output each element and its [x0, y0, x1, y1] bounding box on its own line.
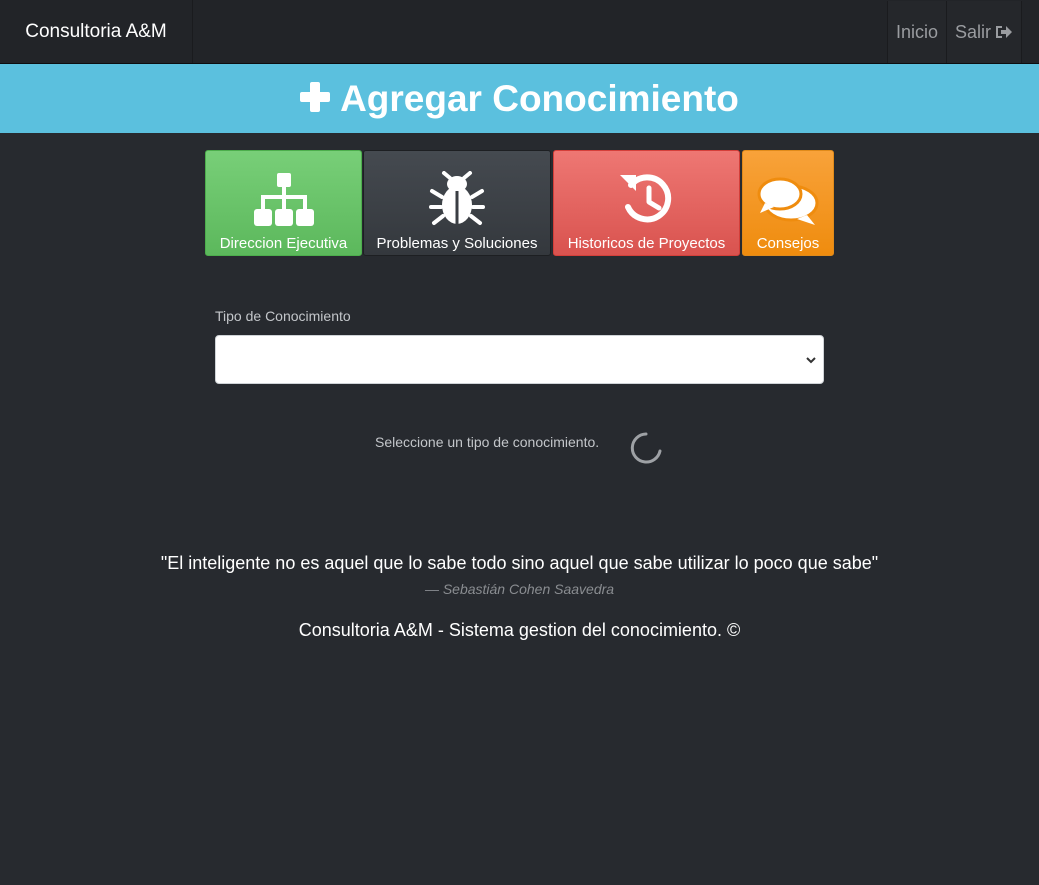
navbar-links: Inicio Salir	[886, 1, 1022, 63]
chevron-down-icon	[806, 357, 816, 364]
tile-historicos-proyectos[interactable]: Historicos de Proyectos	[553, 150, 740, 256]
page-banner: Agregar Conocimiento	[0, 64, 1039, 133]
quote-text: "El inteligente no es aquel que lo sabe …	[160, 553, 879, 573]
hint-text: Seleccione un tipo de conocimiento.	[375, 434, 600, 450]
tile-direccion-ejecutiva-label: Direccion Ejecutiva	[219, 235, 348, 252]
footer-text: Consultoria A&M - Sistema gestion del co…	[298, 620, 741, 640]
nav-link-inicio-label: Inicio	[895, 21, 938, 42]
plus-icon	[300, 81, 331, 112]
nav-link-salir-label: Salir	[954, 21, 991, 42]
tile-consejos-label: Consejos	[756, 235, 820, 252]
history-icon	[619, 174, 671, 223]
tipo-conocimiento-select[interactable]	[215, 335, 824, 384]
loading-spinner-icon	[630, 432, 662, 464]
navbar-brand[interactable]: Consultoria A&M	[0, 0, 193, 63]
tile-consejos[interactable]: Consejos	[742, 150, 834, 256]
tile-problemas-soluciones[interactable]: Problemas y Soluciones	[363, 150, 551, 256]
quote-author: — Sebastián Cohen Saavedra	[424, 581, 615, 597]
nav-link-salir[interactable]: Salir	[946, 1, 1022, 63]
navbar: Consultoria A&M Inicio Salir	[0, 0, 1039, 64]
sitemap-icon	[253, 173, 314, 226]
bug-icon	[429, 171, 485, 225]
comments-icon	[757, 177, 819, 225]
sign-out-icon	[996, 26, 1012, 38]
nav-link-inicio[interactable]: Inicio	[886, 1, 947, 63]
tile-problemas-soluciones-label: Problemas y Soluciones	[376, 235, 538, 252]
page-title: Agregar Conocimiento	[340, 77, 739, 119]
tile-historicos-proyectos-label: Historicos de Proyectos	[567, 235, 726, 252]
tile-direccion-ejecutiva[interactable]: Direccion Ejecutiva	[205, 150, 362, 256]
tipo-conocimiento-label: Tipo de Conocimiento	[215, 308, 351, 324]
